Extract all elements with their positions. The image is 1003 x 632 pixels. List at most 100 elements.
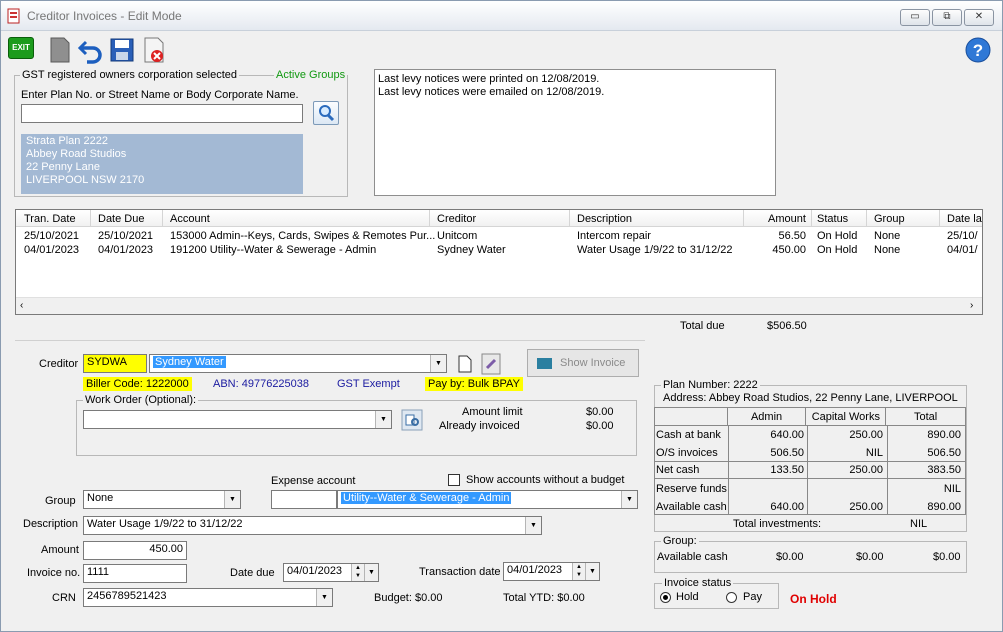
close-button[interactable]: ✕ bbox=[964, 9, 994, 26]
hold-radio[interactable] bbox=[660, 592, 671, 603]
scroll-right-icon[interactable]: › bbox=[970, 300, 973, 311]
total-due-value: $506.50 bbox=[767, 320, 807, 332]
transaction-date-value: 04/01/2023 bbox=[507, 564, 563, 576]
summary-row-label: Net cash bbox=[656, 464, 700, 476]
expense-account-select[interactable]: Utility--Water & Sewerage - Admin ▼ bbox=[337, 490, 638, 509]
chevron-down-icon[interactable]: ▼ bbox=[364, 564, 378, 581]
notice-line: Last levy notices were printed on 12/08/… bbox=[378, 73, 600, 85]
creditor-name-select[interactable]: Sydney Water ▼ bbox=[149, 354, 447, 373]
summary-cell: 250.00 bbox=[849, 464, 883, 476]
show-invoice-button[interactable]: Show Invoice bbox=[527, 349, 639, 377]
invoice-no-input[interactable]: 1111 bbox=[83, 564, 187, 583]
plan-search-input[interactable] bbox=[21, 104, 303, 123]
chevron-down-icon: ▼ bbox=[430, 355, 446, 372]
cell-tran-date: 25/10/2021 bbox=[24, 230, 80, 242]
chevron-down-icon: ▼ bbox=[375, 411, 391, 428]
col-date-due[interactable]: Date Due bbox=[98, 213, 144, 225]
show-accounts-checkbox[interactable] bbox=[448, 474, 460, 486]
invoice-list[interactable]: Tran. Date Date Due Account Creditor Des… bbox=[15, 209, 983, 315]
link-icon[interactable] bbox=[481, 353, 501, 375]
cell-date-due: 25/10/2021 bbox=[98, 230, 154, 242]
pay-radio[interactable] bbox=[726, 592, 737, 603]
col-status[interactable]: Status bbox=[817, 213, 848, 225]
group-cash-value: $0.00 bbox=[776, 551, 804, 563]
date-due-picker[interactable]: 04/01/2023 ▲ ▼ ▼ bbox=[283, 563, 379, 582]
summary-header: Capital Works bbox=[805, 407, 887, 426]
chevron-down-icon[interactable]: ▼ bbox=[585, 563, 599, 580]
summary-cell: 250.00 bbox=[849, 429, 883, 441]
minimize-button[interactable]: ▭ bbox=[900, 9, 930, 26]
group-available-label: Available cash bbox=[657, 551, 728, 563]
exit-button[interactable]: EXIT bbox=[8, 37, 34, 59]
chevron-down-icon: ▼ bbox=[224, 491, 240, 508]
crn-select[interactable]: 2456789521423 ▼ bbox=[83, 588, 333, 607]
work-order-lookup-icon[interactable] bbox=[401, 409, 423, 431]
pay-label: Pay bbox=[743, 591, 762, 603]
cell-creditor: Sydney Water bbox=[437, 244, 506, 256]
notice-line: Last levy notices were emailed on 12/08/… bbox=[378, 86, 605, 98]
plan-address-panel[interactable]: Strata Plan 2222 Abbey Road Studios 22 P… bbox=[21, 134, 303, 194]
amount-limit-value: $0.00 bbox=[586, 406, 614, 418]
horizontal-scrollbar[interactable]: ‹ › bbox=[16, 297, 982, 314]
pay-by: Pay by: Bulk BPAY bbox=[425, 377, 523, 391]
cell-date-last: 04/01/ bbox=[947, 244, 978, 256]
summary-body: Cash at bank 640.00 250.00 890.00 O/S in… bbox=[654, 425, 966, 515]
group-cash-legend: Group: bbox=[661, 535, 699, 547]
spinner-icon[interactable]: ▲ ▼ bbox=[351, 564, 364, 581]
amount-label: Amount bbox=[41, 544, 79, 556]
cell-description: Water Usage 1/9/22 to 31/12/22 bbox=[577, 244, 733, 256]
help-icon[interactable]: ? bbox=[964, 36, 992, 64]
window-title: Creditor Invoices - Edit Mode bbox=[27, 9, 182, 23]
col-description[interactable]: Description bbox=[577, 213, 632, 225]
group-select[interactable]: None ▼ bbox=[83, 490, 241, 509]
creditor-code-input[interactable]: SYDWA bbox=[83, 354, 147, 373]
summary-table: Admin Capital Works Total bbox=[654, 407, 966, 426]
cell-status: On Hold bbox=[817, 230, 858, 242]
cell-account: 191200 Utility--Water & Sewerage - Admin bbox=[170, 244, 377, 256]
col-date-last[interactable]: Date la bbox=[947, 213, 982, 225]
gst-registered-legend: GST registered owners corporation select… bbox=[20, 69, 240, 81]
save-icon[interactable] bbox=[108, 36, 136, 64]
summary-header: Admin bbox=[726, 407, 807, 426]
col-creditor[interactable]: Creditor bbox=[437, 213, 476, 225]
table-row[interactable]: 25/10/2021 25/10/2021 153000 Admin--Keys… bbox=[16, 230, 982, 244]
total-ytd-text: Total YTD: $0.00 bbox=[503, 592, 585, 604]
summary-row-label: O/S invoices bbox=[656, 447, 718, 459]
invoice-icon bbox=[537, 358, 552, 369]
spinner-icon[interactable]: ▲ ▼ bbox=[572, 563, 585, 580]
search-button[interactable] bbox=[313, 101, 339, 125]
already-invoiced-value: $0.00 bbox=[586, 420, 614, 432]
transaction-date-picker[interactable]: 04/01/2023 ▲ ▼ ▼ bbox=[503, 562, 600, 581]
summary-cell: 506.50 bbox=[770, 447, 804, 459]
amount-input[interactable]: 450.00 bbox=[83, 541, 187, 560]
new-document-icon[interactable] bbox=[46, 36, 74, 64]
expense-code-input[interactable] bbox=[271, 490, 337, 509]
date-due-label: Date due bbox=[230, 567, 275, 579]
summary-header bbox=[654, 407, 728, 426]
search-label: Enter Plan No. or Street Name or Body Co… bbox=[21, 89, 299, 101]
summary-header: Total bbox=[885, 407, 966, 426]
new-creditor-icon[interactable] bbox=[456, 354, 474, 374]
work-order-select[interactable]: ▼ bbox=[83, 410, 392, 429]
col-account[interactable]: Account bbox=[170, 213, 210, 225]
plan-address: Address: Abbey Road Studios, 22 Penny La… bbox=[663, 392, 958, 404]
active-groups-link[interactable]: Active Groups bbox=[274, 69, 348, 81]
maximize-button[interactable]: ⧉ bbox=[932, 9, 962, 26]
cell-status: On Hold bbox=[817, 244, 858, 256]
group-cash-value: $0.00 bbox=[933, 551, 961, 563]
scroll-left-icon[interactable]: ‹ bbox=[20, 300, 23, 311]
undo-icon[interactable] bbox=[77, 36, 105, 64]
plan-line: 22 Penny Lane bbox=[26, 161, 101, 173]
description-select[interactable]: Water Usage 1/9/22 to 31/12/22 ▼ bbox=[83, 516, 542, 535]
delete-document-icon[interactable] bbox=[140, 36, 168, 64]
col-group[interactable]: Group bbox=[874, 213, 905, 225]
expense-account-value: Utility--Water & Sewerage - Admin bbox=[341, 492, 512, 504]
crn-label: CRN bbox=[52, 592, 76, 604]
summary-cell: 383.50 bbox=[927, 464, 961, 476]
col-amount[interactable]: Amount bbox=[768, 213, 806, 225]
table-row[interactable]: 04/01/2023 04/01/2023 191200 Utility--Wa… bbox=[16, 244, 982, 258]
group-value: None bbox=[87, 492, 114, 504]
summary-cell: 640.00 bbox=[770, 429, 804, 441]
col-tran-date[interactable]: Tran. Date bbox=[24, 213, 76, 225]
creditor-name-value: Sydney Water bbox=[153, 356, 226, 368]
